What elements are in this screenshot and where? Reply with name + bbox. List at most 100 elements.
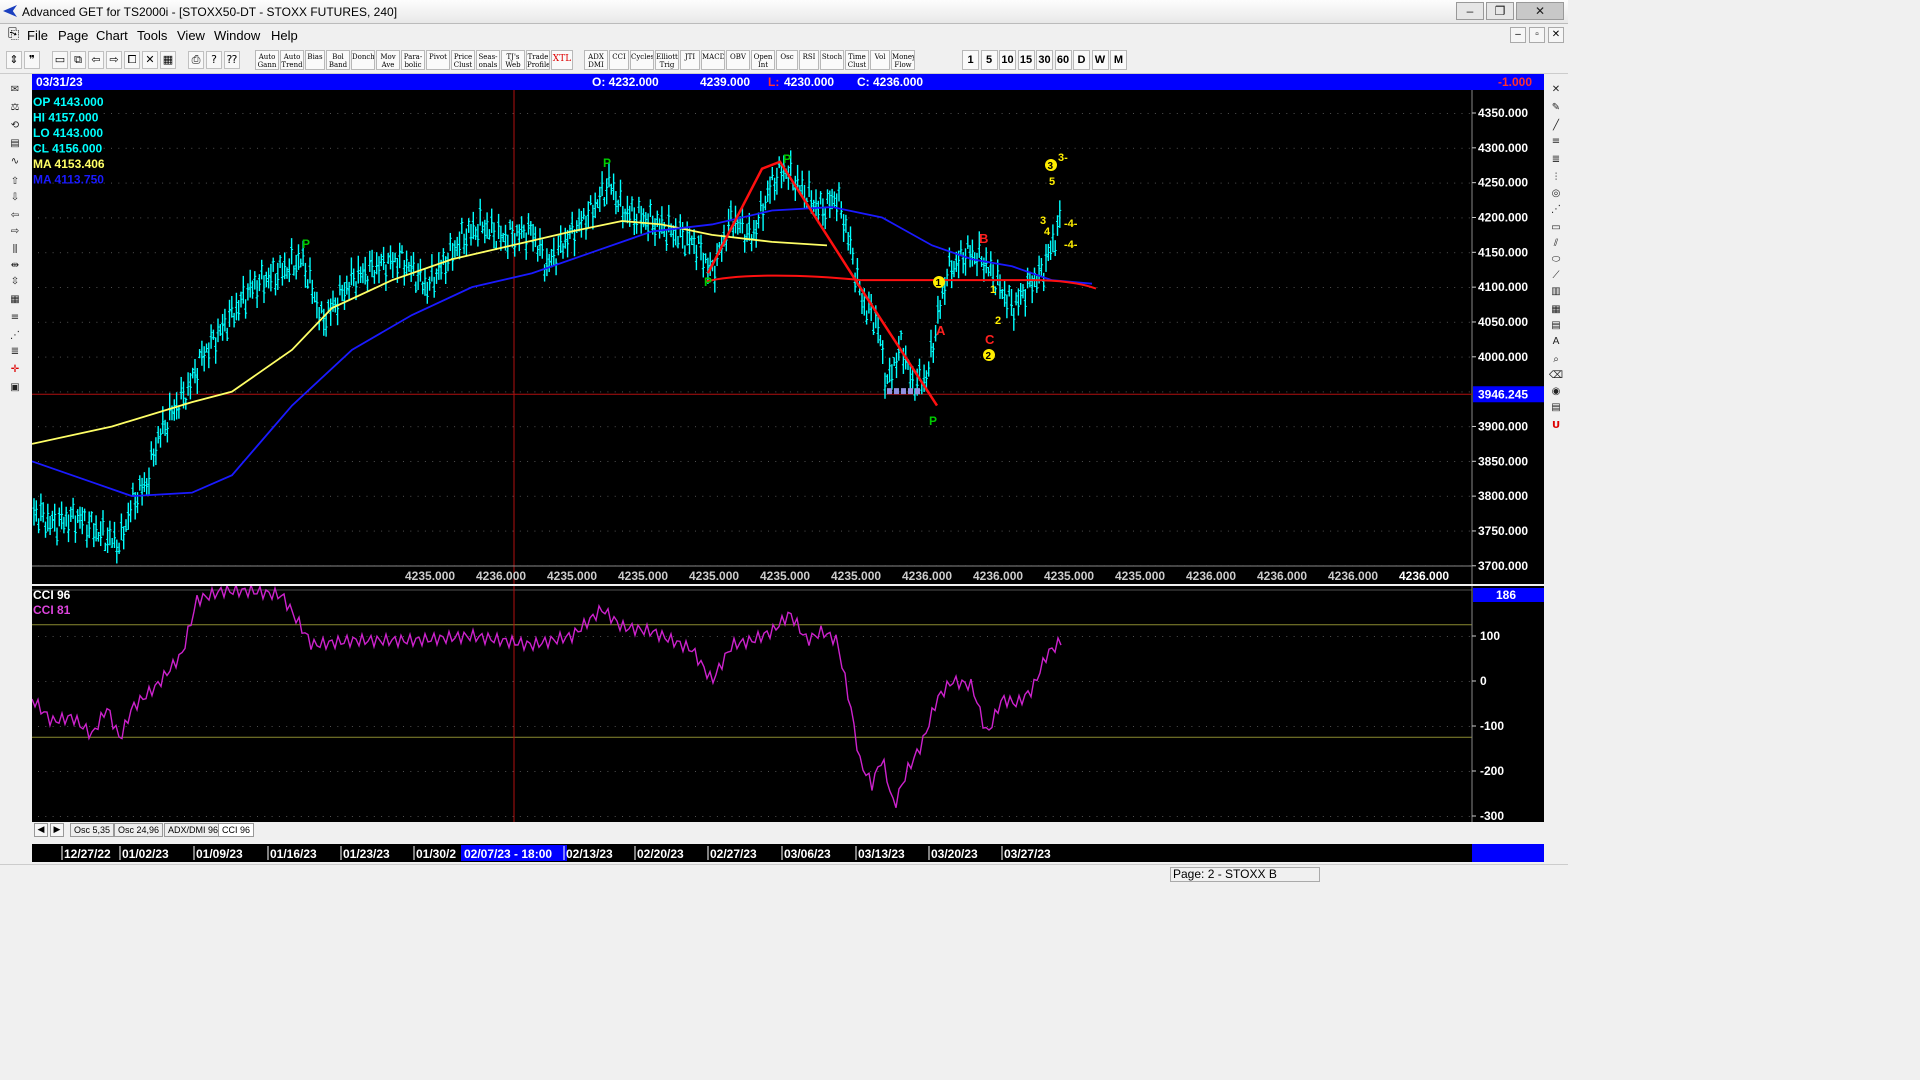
arrow-left-icon[interactable]: ⇦ — [4, 208, 26, 224]
toolbar-bias-button[interactable]: Bias — [305, 50, 325, 70]
compress-icon[interactable]: ⇹ — [4, 258, 26, 274]
reset-icon[interactable]: ⟲ — [4, 118, 26, 134]
tab-adx-dmi[interactable]: ADX/DMI 96 — [164, 823, 223, 837]
period-30-button[interactable]: 30 — [1036, 50, 1053, 70]
period-d-button[interactable]: D — [1073, 50, 1090, 70]
elliott-icon[interactable]: ∿ — [4, 154, 26, 170]
fib-ret-icon[interactable]: ≡ — [1546, 134, 1566, 150]
undo-icon[interactable]: U — [1546, 418, 1566, 434]
open-icon[interactable]: ✉ — [4, 82, 26, 98]
fan-tool-icon[interactable]: ⋰ — [1546, 202, 1566, 218]
crosshair-icon[interactable]: ✛ — [4, 362, 26, 378]
arrow-down-icon[interactable]: ⇩ — [4, 190, 26, 206]
circle-tool-icon[interactable]: ◎ — [1546, 186, 1566, 202]
gann-icon[interactable]: ⋰ — [4, 328, 26, 344]
period-1-button[interactable]: 1 — [962, 50, 979, 70]
menu-help[interactable]: Help — [271, 28, 298, 43]
minimize-button[interactable]: – — [1456, 2, 1484, 20]
mdi-minimize-button[interactable]: – — [1510, 27, 1526, 43]
zoom-icon[interactable]: ⌕ — [1546, 352, 1566, 368]
bars-icon[interactable]: ⫼ — [4, 242, 26, 258]
document-icon[interactable]: ⎘ — [8, 27, 19, 41]
cci-panel[interactable]: 100 0 -100 -200 -300 186 CCI 96 CCI 81 — [31, 582, 1545, 823]
regression-tool-icon[interactable]: ⟋ — [1546, 268, 1566, 284]
arrow-up-icon[interactable]: ⇧ — [4, 174, 26, 190]
arrow-right-icon[interactable]: ⇨ — [4, 224, 26, 240]
menu-file[interactable]: File — [27, 28, 48, 43]
fib-icon[interactable]: ≣ — [4, 344, 26, 360]
table-icon[interactable]: ▤ — [1546, 400, 1566, 416]
menu-page[interactable]: Page — [58, 28, 88, 43]
period-5-button[interactable]: 5 — [980, 50, 998, 70]
toolbar-seas-onals-button[interactable]: Seas-onals — [476, 50, 500, 70]
period-10-button[interactable]: 10 — [999, 50, 1016, 70]
erase-icon[interactable]: ⌫ — [1546, 368, 1566, 384]
study-icon[interactable]: ▤ — [4, 136, 26, 152]
grid-tool-icon[interactable]: ▦ — [1546, 302, 1566, 318]
fib-ext-icon[interactable]: ≣ — [1546, 152, 1566, 168]
price-chart-panel[interactable]: 4350.000 4300.000 4250.000 4200.000 4150.000… — [31, 90, 1545, 584]
ellipse-tool-icon[interactable]: ⬭ — [1546, 252, 1566, 268]
diagonal-line-icon[interactable]: ╱ — [1546, 118, 1566, 134]
menu-view[interactable]: View — [177, 28, 205, 43]
toolbar-price-clust-button[interactable]: Price Clust — [451, 50, 475, 70]
pti-icon[interactable]: ▥ — [1546, 284, 1566, 300]
grid-icon[interactable]: ▦ — [160, 51, 176, 69]
toolbar-bol-band-button[interactable]: Bol Band — [326, 50, 350, 70]
toolbar-rsi-button[interactable]: RSI — [799, 50, 819, 70]
prob-icon[interactable]: ▤ — [1546, 318, 1566, 334]
tab-prev-button[interactable]: ◀ — [34, 823, 48, 837]
pencil-tool-icon[interactable]: ✎ — [1546, 100, 1566, 116]
target-icon[interactable]: ◉ — [1546, 384, 1566, 400]
toolbar-xtl-button[interactable]: XTL — [551, 50, 573, 70]
toolbar-tj-s-web-button[interactable]: TJ's Web — [501, 50, 525, 70]
copy-page-icon[interactable]: ⧉ — [70, 51, 86, 69]
toolbar-trade-profile-button[interactable]: Trade Profile — [526, 50, 550, 70]
context-help-icon[interactable]: ⁇ — [224, 51, 240, 69]
maximize-button[interactable]: ❐ — [1486, 2, 1514, 20]
toolbar-cycles-button[interactable]: Cycles — [630, 50, 654, 70]
toolbar-open-int-button[interactable]: Open Int — [751, 50, 775, 70]
period-60-button[interactable]: 60 — [1054, 50, 1072, 70]
toolbar-time-clust-button[interactable]: Time Clust — [845, 50, 869, 70]
new-page-icon[interactable]: ▭ — [52, 51, 68, 69]
prev-page-icon[interactable]: ⇦ — [88, 51, 104, 69]
toolbar-elliott-trig-button[interactable]: Elliott Trig — [655, 50, 679, 70]
tab-next-button[interactable]: ▶ — [50, 823, 64, 837]
toolbar-pivot-button[interactable]: Pivot — [426, 50, 450, 70]
close-button[interactable]: ✕ — [1516, 2, 1564, 20]
grid-lines-icon[interactable]: ▦ — [4, 292, 26, 308]
menu-chart[interactable]: Chart — [96, 28, 128, 43]
cursor-tool-icon[interactable]: ⇕ — [6, 51, 22, 69]
toolbar-macd-button[interactable]: MACD — [701, 50, 725, 70]
mdi-close-button[interactable]: ✕ — [1548, 27, 1564, 43]
tab-cci[interactable]: CCI 96 — [218, 823, 255, 837]
toolbar-para-bolic-button[interactable]: Para-bolic — [401, 50, 425, 70]
price-chart-svg[interactable]: 4350.000 4300.000 4250.000 4200.000 4150.000… — [31, 90, 1545, 584]
channel-tool-icon[interactable]: ⫽ — [1546, 236, 1566, 252]
period-w-button[interactable]: W — [1091, 50, 1109, 70]
tab-osc-5-35[interactable]: Osc 5,35 — [70, 823, 115, 837]
toolbar-donch-button[interactable]: Donch — [351, 50, 375, 70]
lines-icon[interactable]: ≡ — [4, 310, 26, 326]
toolbar-cci-button[interactable]: CCI — [609, 50, 629, 70]
fib-time-icon[interactable]: ⫶ — [1546, 170, 1566, 186]
period-15-button[interactable]: 15 — [1017, 50, 1035, 70]
tab-osc-24-96[interactable]: Osc 24,96 — [114, 823, 164, 837]
toolbar-mov-ave-button[interactable]: Mov Ave — [376, 50, 400, 70]
cci-chart-svg[interactable]: 100 0 -100 -200 -300 186 CCI 96CCI 81 — [31, 582, 1545, 823]
toolbar-stoch-button[interactable]: Stoch — [820, 50, 844, 70]
rectangle-tool-icon[interactable]: ▭ — [1546, 220, 1566, 236]
text-tool-icon[interactable]: A — [1546, 334, 1566, 350]
help-icon[interactable]: ? — [206, 51, 222, 69]
toolbar-auto-trend-button[interactable]: Auto Trend — [280, 50, 304, 70]
delete-icon[interactable]: ✕ — [142, 51, 158, 69]
toolbar-osc-button[interactable]: Osc — [776, 50, 798, 70]
toolbar-vol-button[interactable]: Vol — [870, 50, 890, 70]
mdi-restore-button[interactable]: ▫ — [1529, 27, 1545, 43]
chart-copy-icon[interactable]: ⧠ — [124, 51, 140, 69]
toolbar-obv-button[interactable]: OBV — [726, 50, 750, 70]
expand-icon[interactable]: ⇳ — [4, 274, 26, 290]
period-m-button[interactable]: M — [1110, 50, 1127, 70]
toolbar-jti-button[interactable]: JTI — [680, 50, 700, 70]
